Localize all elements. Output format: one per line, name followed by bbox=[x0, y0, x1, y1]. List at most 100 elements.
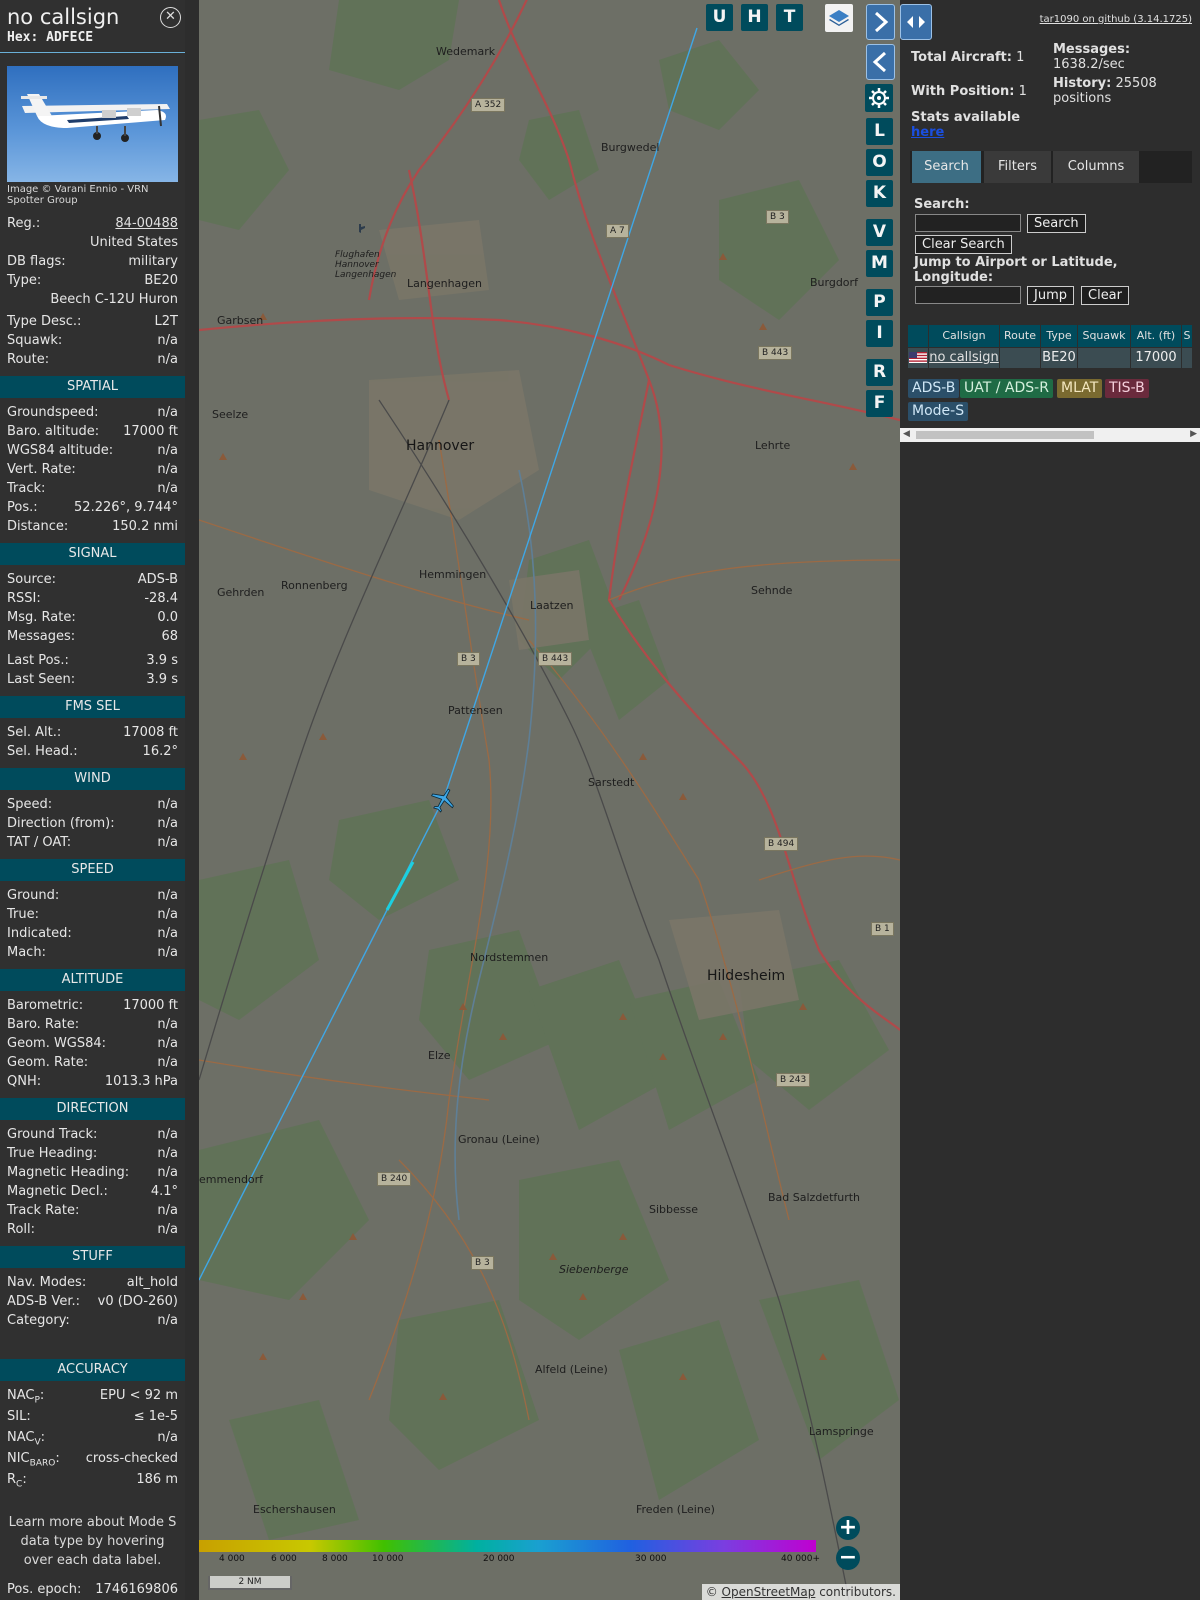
collapse-left-button[interactable] bbox=[866, 44, 895, 80]
column-speed[interactable]: S bbox=[1182, 325, 1192, 347]
sidebar-tabs: Search Filters Columns bbox=[910, 151, 1192, 183]
altitude-legend-label: 10 000 bbox=[372, 1554, 404, 1564]
table-scrollbar-thumb[interactable] bbox=[916, 431, 1094, 439]
layers-button[interactable] bbox=[825, 4, 853, 32]
legend-tisb[interactable]: TIS-B bbox=[1105, 379, 1149, 398]
legend-uat[interactable]: UAT / ADS-R bbox=[960, 379, 1053, 398]
nacv-value: n/a bbox=[157, 1430, 178, 1445]
toggle-p-button[interactable]: P bbox=[866, 289, 893, 316]
search-input[interactable] bbox=[915, 214, 1021, 232]
registration-link[interactable]: 84-00488 bbox=[115, 216, 178, 231]
section-signal[interactable]: SIGNAL bbox=[0, 543, 185, 565]
expand-right-button[interactable] bbox=[866, 4, 895, 40]
aircraft-list-sidebar: tar1090 on github (3.14.1725) Total Airc… bbox=[900, 0, 1200, 1600]
info-row: Magnetic Heading: n/a bbox=[0, 1163, 185, 1182]
jump-button[interactable]: Jump bbox=[1027, 286, 1074, 305]
aircraft-icon[interactable] bbox=[429, 786, 457, 814]
zoom-in-button[interactable]: + bbox=[836, 1516, 860, 1540]
toggle-f-button[interactable]: F bbox=[866, 390, 893, 417]
toggle-r-button[interactable]: R bbox=[866, 359, 893, 386]
toggle-h-button[interactable]: H bbox=[741, 4, 768, 31]
type-name-row: Beech C-12U Huron bbox=[0, 290, 185, 309]
table-row[interactable]: no callsign BE20 17000 bbox=[908, 348, 1193, 368]
altitude-cell: 17000 bbox=[1131, 348, 1181, 368]
column-callsign[interactable]: Callsign bbox=[929, 325, 999, 347]
toggle-v-button[interactable]: V bbox=[866, 219, 893, 246]
place-label: Burgdorf bbox=[810, 276, 858, 289]
section-stuff[interactable]: STUFF bbox=[0, 1246, 185, 1268]
section-accuracy[interactable]: ACCURACY bbox=[0, 1359, 185, 1381]
tab-columns[interactable]: Columns bbox=[1053, 151, 1139, 183]
close-icon[interactable]: ✕ bbox=[160, 7, 181, 28]
column-altitude[interactable]: Alt. (ft) bbox=[1131, 325, 1181, 347]
road-shield: B 1 bbox=[871, 922, 894, 936]
section-spatial[interactable]: SPATIAL bbox=[0, 376, 185, 398]
zoom-out-button[interactable]: − bbox=[836, 1546, 860, 1570]
column-type[interactable]: Type bbox=[1041, 325, 1077, 347]
section-altitude[interactable]: ALTITUDE bbox=[0, 969, 185, 991]
altitude-legend-bar bbox=[199, 1540, 816, 1552]
section-direction[interactable]: DIRECTION bbox=[0, 1098, 185, 1120]
place-label: emmendorf bbox=[199, 1173, 264, 1186]
section-fms[interactable]: FMS SEL bbox=[0, 696, 185, 718]
map-view[interactable]: Wedemark Burgwedel Flughafen Hannover La… bbox=[199, 0, 900, 1600]
callsign-link[interactable]: no callsign bbox=[929, 350, 999, 365]
nacp-label: NACP: bbox=[7, 1388, 45, 1406]
altitude-legend-label: 40 000+ bbox=[781, 1554, 821, 1564]
info-row-value: n/a bbox=[157, 462, 178, 477]
info-row-label: Geom. Rate: bbox=[7, 1055, 89, 1070]
table-horizontal-scrollbar[interactable]: ◀ ▶ bbox=[900, 428, 1200, 442]
search-button[interactable]: Search bbox=[1027, 214, 1086, 233]
toggle-t-button[interactable]: T bbox=[776, 4, 803, 31]
info-row-label: True Heading: bbox=[7, 1146, 98, 1161]
toggle-k-button[interactable]: K bbox=[866, 180, 893, 207]
stats-link[interactable]: here bbox=[911, 125, 944, 140]
info-row-value: 0.0 bbox=[157, 610, 178, 625]
legend-mlat[interactable]: MLAT bbox=[1057, 379, 1103, 398]
info-row-value: 150.2 nmi bbox=[112, 519, 178, 534]
column-flag[interactable] bbox=[908, 325, 928, 347]
altitude-legend-label: 8 000 bbox=[322, 1554, 348, 1564]
dbflags-label: DB flags: bbox=[7, 254, 66, 269]
info-row-label: Barometric: bbox=[7, 998, 84, 1013]
clear-jump-button[interactable]: Clear bbox=[1081, 286, 1129, 305]
info-row-label: QNH: bbox=[7, 1074, 42, 1089]
toggle-l-button[interactable]: L bbox=[866, 118, 893, 145]
route-value: n/a bbox=[157, 352, 178, 367]
column-route[interactable]: Route bbox=[1000, 325, 1040, 347]
wind-list: Speed: n/a Direction (from): n/a TAT / OAT: n… bbox=[0, 795, 185, 852]
column-squawk[interactable]: Squawk bbox=[1078, 325, 1130, 347]
scroll-right-icon[interactable]: ▶ bbox=[1190, 429, 1197, 439]
scroll-left-icon[interactable]: ◀ bbox=[903, 429, 910, 439]
tab-filters[interactable]: Filters bbox=[984, 151, 1051, 183]
info-row: Category: n/a bbox=[0, 1311, 185, 1330]
info-row-label: Groundspeed: bbox=[7, 405, 99, 420]
tab-search[interactable]: Search bbox=[912, 151, 981, 183]
altitude-list: Barometric: 17000 ft Baro. Rate: n/a Geom. W… bbox=[0, 996, 185, 1091]
settings-button[interactable] bbox=[865, 84, 893, 112]
jump-input[interactable] bbox=[915, 286, 1021, 304]
info-row-value: n/a bbox=[157, 945, 178, 960]
info-row: Direction (from): n/a bbox=[0, 814, 185, 833]
section-wind[interactable]: WIND bbox=[0, 768, 185, 790]
toggle-i-button[interactable]: I bbox=[866, 320, 893, 347]
legend-modes[interactable]: Mode-S bbox=[908, 402, 969, 421]
info-row-label: Magnetic Heading: bbox=[7, 1165, 130, 1180]
legend-adsb[interactable]: ADS-B bbox=[908, 379, 960, 398]
place-label: Sibbesse bbox=[649, 1203, 699, 1216]
type-label: Type: bbox=[7, 273, 42, 288]
github-link[interactable]: tar1090 on github (3.14.1725) bbox=[1040, 14, 1192, 25]
info-row-value: 17008 ft bbox=[123, 725, 178, 740]
toggle-sidebar-button[interactable] bbox=[900, 4, 932, 40]
toggle-m-button[interactable]: M bbox=[866, 250, 893, 277]
aircraft-photo[interactable] bbox=[7, 66, 178, 182]
osm-link[interactable]: OpenStreetMap bbox=[722, 1585, 816, 1599]
clear-search-button[interactable]: Clear Search bbox=[915, 235, 1012, 254]
epoch-value: 1746169806 bbox=[95, 1582, 178, 1597]
squawk-label: Squawk: bbox=[7, 333, 63, 348]
info-row-value: n/a bbox=[157, 816, 178, 831]
info-row-label: Roll: bbox=[7, 1222, 36, 1237]
section-speed[interactable]: SPEED bbox=[0, 859, 185, 881]
toggle-o-button[interactable]: O bbox=[866, 149, 893, 176]
toggle-u-button[interactable]: U bbox=[706, 4, 733, 31]
